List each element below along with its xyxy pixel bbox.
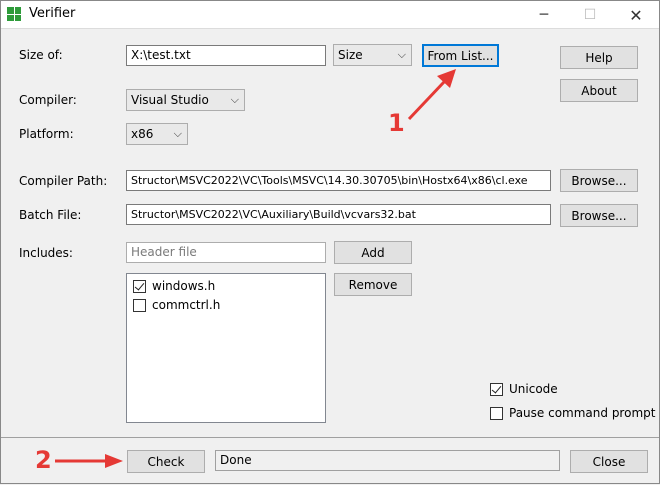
add-button[interactable]: Add bbox=[334, 241, 412, 264]
size-mode-value: Size bbox=[338, 48, 363, 62]
size-of-label: Size of: bbox=[19, 48, 63, 62]
batch-file-label: Batch File: bbox=[19, 208, 82, 222]
arrow-1-shaft bbox=[407, 80, 446, 121]
size-of-input[interactable]: X:\test.txt bbox=[126, 45, 326, 66]
size-mode-select[interactable]: Size ⌵ bbox=[333, 44, 412, 66]
platform-value: x86 bbox=[131, 127, 154, 141]
pause-label: Pause command prompt bbox=[509, 406, 656, 420]
includes-list[interactable]: windows.h commctrl.h bbox=[126, 273, 326, 423]
checkbox-checked[interactable] bbox=[133, 279, 146, 293]
compiler-path-label: Compiler Path: bbox=[19, 174, 108, 188]
arrow-1-head bbox=[437, 69, 456, 88]
pause-option[interactable]: Pause command prompt bbox=[490, 406, 655, 420]
app-grid-icon bbox=[7, 7, 21, 21]
list-item[interactable]: commctrl.h bbox=[133, 298, 220, 312]
check-button[interactable]: Check bbox=[127, 450, 205, 473]
list-item-label: windows.h bbox=[152, 279, 216, 293]
close-icon[interactable]: ✕ bbox=[613, 1, 659, 29]
pause-checkbox[interactable] bbox=[490, 406, 503, 420]
compiler-label: Compiler: bbox=[19, 93, 77, 107]
compiler-value: Visual Studio bbox=[131, 93, 209, 107]
annotation-step-1: 1 bbox=[388, 109, 405, 137]
window-title: Verifier bbox=[29, 6, 76, 21]
list-item[interactable]: windows.h bbox=[133, 279, 215, 293]
close-button[interactable]: Close bbox=[570, 450, 648, 473]
about-button[interactable]: About bbox=[560, 79, 638, 102]
platform-select[interactable]: x86 ⌵ bbox=[126, 123, 188, 145]
includes-label: Includes: bbox=[19, 246, 73, 260]
compiler-select[interactable]: Visual Studio ⌵ bbox=[126, 89, 245, 111]
verifier-window: Verifier ─ ☐ ✕ Size of: X:\test.txt Size… bbox=[0, 0, 660, 484]
compiler-path-input[interactable]: Structor\MSVC2022\VC\Tools\MSVC\14.30.30… bbox=[126, 170, 551, 191]
checkbox-unchecked[interactable] bbox=[133, 298, 146, 312]
unicode-option[interactable]: Unicode bbox=[490, 382, 558, 396]
annotation-step-2: 2 bbox=[35, 446, 52, 474]
batch-file-input[interactable]: Structor\MSVC2022\VC\Auxiliary\Build\vcv… bbox=[126, 204, 551, 225]
platform-label: Platform: bbox=[19, 127, 74, 141]
unicode-checkbox[interactable] bbox=[490, 382, 503, 396]
batch-file-browse-button[interactable]: Browse... bbox=[560, 204, 638, 227]
unicode-label: Unicode bbox=[509, 382, 558, 396]
compiler-path-browse-button[interactable]: Browse... bbox=[560, 169, 638, 192]
maximize-icon: ☐ bbox=[583, 7, 597, 23]
chevron-down-icon: ⌵ bbox=[230, 93, 239, 106]
from-list-button[interactable]: From List... bbox=[422, 44, 499, 67]
header-file-input[interactable]: Header file bbox=[126, 242, 326, 263]
chevron-down-icon: ⌵ bbox=[397, 48, 406, 61]
status-field: Done bbox=[215, 450, 560, 471]
help-button[interactable]: Help bbox=[560, 46, 638, 69]
title-bar: Verifier ─ ☐ ✕ bbox=[1, 1, 659, 29]
remove-button[interactable]: Remove bbox=[334, 273, 412, 296]
list-item-label: commctrl.h bbox=[152, 298, 221, 312]
minimize-icon[interactable]: ─ bbox=[521, 1, 567, 29]
chevron-down-icon: ⌵ bbox=[173, 127, 182, 140]
